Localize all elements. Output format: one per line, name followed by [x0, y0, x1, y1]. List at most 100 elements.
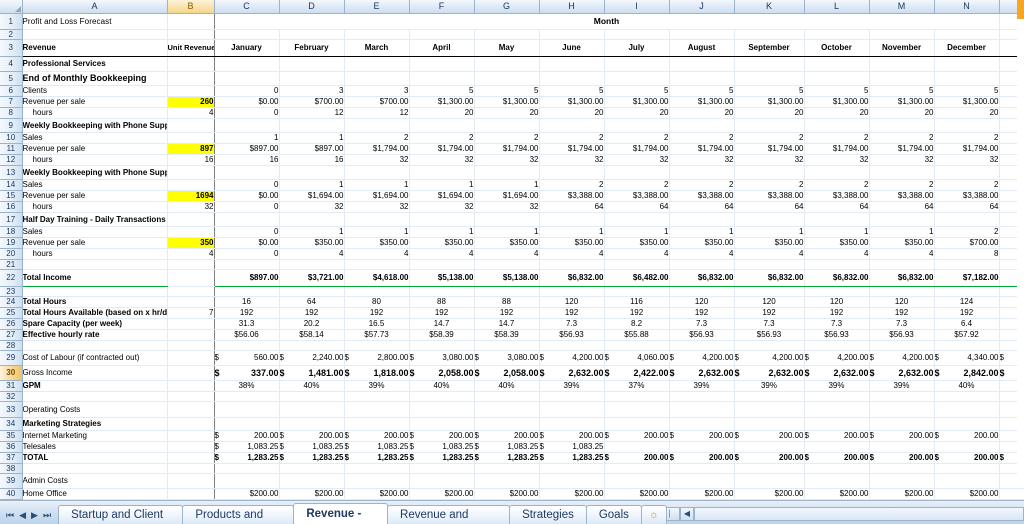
- cell-F29[interactable]: $3,080.00: [409, 349, 475, 366]
- cell-B7[interactable]: 260: [167, 96, 215, 108]
- cell-L33[interactable]: [804, 401, 870, 418]
- cell-D7[interactable]: $700.00: [279, 96, 345, 108]
- cell-J39[interactable]: [669, 473, 735, 489]
- cell-I25[interactable]: 192: [604, 307, 670, 319]
- cell-C30[interactable]: $337.00: [214, 365, 280, 381]
- row-header-28[interactable]: 28: [0, 340, 23, 351]
- cell-M36[interactable]: [869, 441, 935, 453]
- cell-M2[interactable]: [869, 29, 935, 40]
- cell-M19[interactable]: $350.00: [869, 237, 935, 249]
- cell-E36[interactable]: $1,083.25: [344, 441, 410, 453]
- cell-C2[interactable]: [214, 29, 280, 40]
- cell-C17[interactable]: [214, 212, 280, 227]
- row-header-40[interactable]: 40: [0, 488, 23, 500]
- cell-E12[interactable]: 32: [344, 154, 410, 166]
- cell-H27[interactable]: $56.93: [539, 329, 605, 341]
- cell-E7[interactable]: $700.00: [344, 96, 410, 108]
- cell-M33[interactable]: [869, 401, 935, 418]
- cell-F4[interactable]: [409, 56, 475, 72]
- cell-L25[interactable]: 192: [804, 307, 870, 319]
- cell-E30[interactable]: $1,818.00: [344, 365, 410, 381]
- cell-M31[interactable]: 39%: [869, 380, 935, 392]
- cell-B17[interactable]: [167, 212, 215, 227]
- scroll-prev-button[interactable]: ◀: [680, 507, 694, 521]
- cell-D17[interactable]: [279, 212, 345, 227]
- cell-J20[interactable]: 4: [669, 248, 735, 260]
- cell-E28[interactable]: [344, 340, 410, 351]
- sheet-tab-products-and-services[interactable]: Products and Services: [182, 505, 295, 524]
- cell-A2[interactable]: [22, 29, 168, 40]
- cell-B35[interactable]: [167, 430, 215, 442]
- cell-I31[interactable]: 37%: [604, 380, 670, 392]
- cell-G32[interactable]: [474, 391, 540, 402]
- cell-J22[interactable]: $6,832.00: [669, 268, 735, 287]
- table-row[interactable]: 3 Revenue Unit Revenue January February …: [0, 39, 1024, 57]
- cell-I15[interactable]: $3,388.00: [604, 190, 670, 202]
- cell-A33-operating-costs[interactable]: Operating Costs: [22, 401, 168, 418]
- cell-A7[interactable]: Revenue per sale: [22, 96, 168, 108]
- cell-J2[interactable]: [669, 29, 735, 40]
- cell-H33[interactable]: [539, 401, 605, 418]
- cell-M18[interactable]: 1: [869, 226, 935, 238]
- cell-L40[interactable]: $200.00: [804, 488, 870, 500]
- row-header-31[interactable]: 31: [0, 380, 23, 392]
- cell-E35[interactable]: $200.00: [344, 430, 410, 442]
- cell-L4[interactable]: [804, 56, 870, 72]
- cell-M8[interactable]: 20: [869, 107, 935, 119]
- cell-J8[interactable]: 20: [669, 107, 735, 119]
- cell-I28[interactable]: [604, 340, 670, 351]
- cell-M15[interactable]: $3,388.00: [869, 190, 935, 202]
- cell-G9[interactable]: [474, 118, 540, 133]
- cell-L13[interactable]: [804, 165, 870, 180]
- cell-I8[interactable]: 20: [604, 107, 670, 119]
- cell-G5[interactable]: [474, 71, 540, 86]
- cell-H7[interactable]: $1,300.00: [539, 96, 605, 108]
- cell-A25-hours-available[interactable]: Total Hours Available (based on x hr/d: [22, 307, 168, 319]
- cell-J21[interactable]: [669, 259, 735, 270]
- cell-A10[interactable]: Sales: [22, 132, 168, 144]
- cell-B18[interactable]: [167, 226, 215, 238]
- cell-H21[interactable]: [539, 259, 605, 270]
- cell-F9[interactable]: [409, 118, 475, 133]
- cell-I7[interactable]: $1,300.00: [604, 96, 670, 108]
- table-row[interactable]: 33 Operating Costs: [0, 401, 1024, 418]
- cell-H9[interactable]: [539, 118, 605, 133]
- row-header-37[interactable]: 37: [0, 452, 23, 464]
- cell-G8[interactable]: 20: [474, 107, 540, 119]
- cell-A9-service-name[interactable]: Weekly Bookkeeping with Phone Support: [22, 118, 168, 133]
- cell-L3-month[interactable]: October: [804, 39, 870, 57]
- row-header-24[interactable]: 24: [0, 296, 23, 308]
- row-header-15[interactable]: 15: [0, 190, 23, 202]
- cell-M5[interactable]: [869, 71, 935, 86]
- cell-G27[interactable]: $58.39: [474, 329, 540, 341]
- cell-J12[interactable]: 32: [669, 154, 735, 166]
- cell-B5[interactable]: [167, 71, 215, 86]
- cell-L37[interactable]: $200.00: [804, 452, 870, 464]
- cell-H34[interactable]: [539, 417, 605, 431]
- cell-D19[interactable]: $350.00: [279, 237, 345, 249]
- cell-M13[interactable]: [869, 165, 935, 180]
- cell-E5[interactable]: [344, 71, 410, 86]
- cell-I11[interactable]: $1,794.00: [604, 143, 670, 155]
- cell-N3-month[interactable]: December: [934, 39, 1000, 57]
- cell-I32[interactable]: [604, 391, 670, 402]
- cell-M29[interactable]: $4,200.00: [869, 349, 935, 366]
- cell-H6[interactable]: 5: [539, 85, 605, 97]
- cell-D34[interactable]: [279, 417, 345, 431]
- cell-J11[interactable]: $1,794.00: [669, 143, 735, 155]
- cell-D25[interactable]: 192: [279, 307, 345, 319]
- cell-L26[interactable]: 7.3: [804, 318, 870, 330]
- cell-F37[interactable]: $1,283.25: [409, 452, 475, 464]
- cell-D39[interactable]: [279, 473, 345, 489]
- cell-M28[interactable]: [869, 340, 935, 351]
- cell-B6[interactable]: [167, 85, 215, 97]
- cell-B19[interactable]: 350: [167, 237, 215, 249]
- cell-K33[interactable]: [734, 401, 805, 418]
- cell-D40[interactable]: $200.00: [279, 488, 345, 500]
- cell-F39[interactable]: [409, 473, 475, 489]
- row-header-14[interactable]: 14: [0, 179, 23, 191]
- cell-M21[interactable]: [869, 259, 935, 270]
- cell-B4[interactable]: [167, 56, 215, 72]
- cell-A12[interactable]: hours: [22, 154, 168, 166]
- cell-H31[interactable]: 39%: [539, 380, 605, 392]
